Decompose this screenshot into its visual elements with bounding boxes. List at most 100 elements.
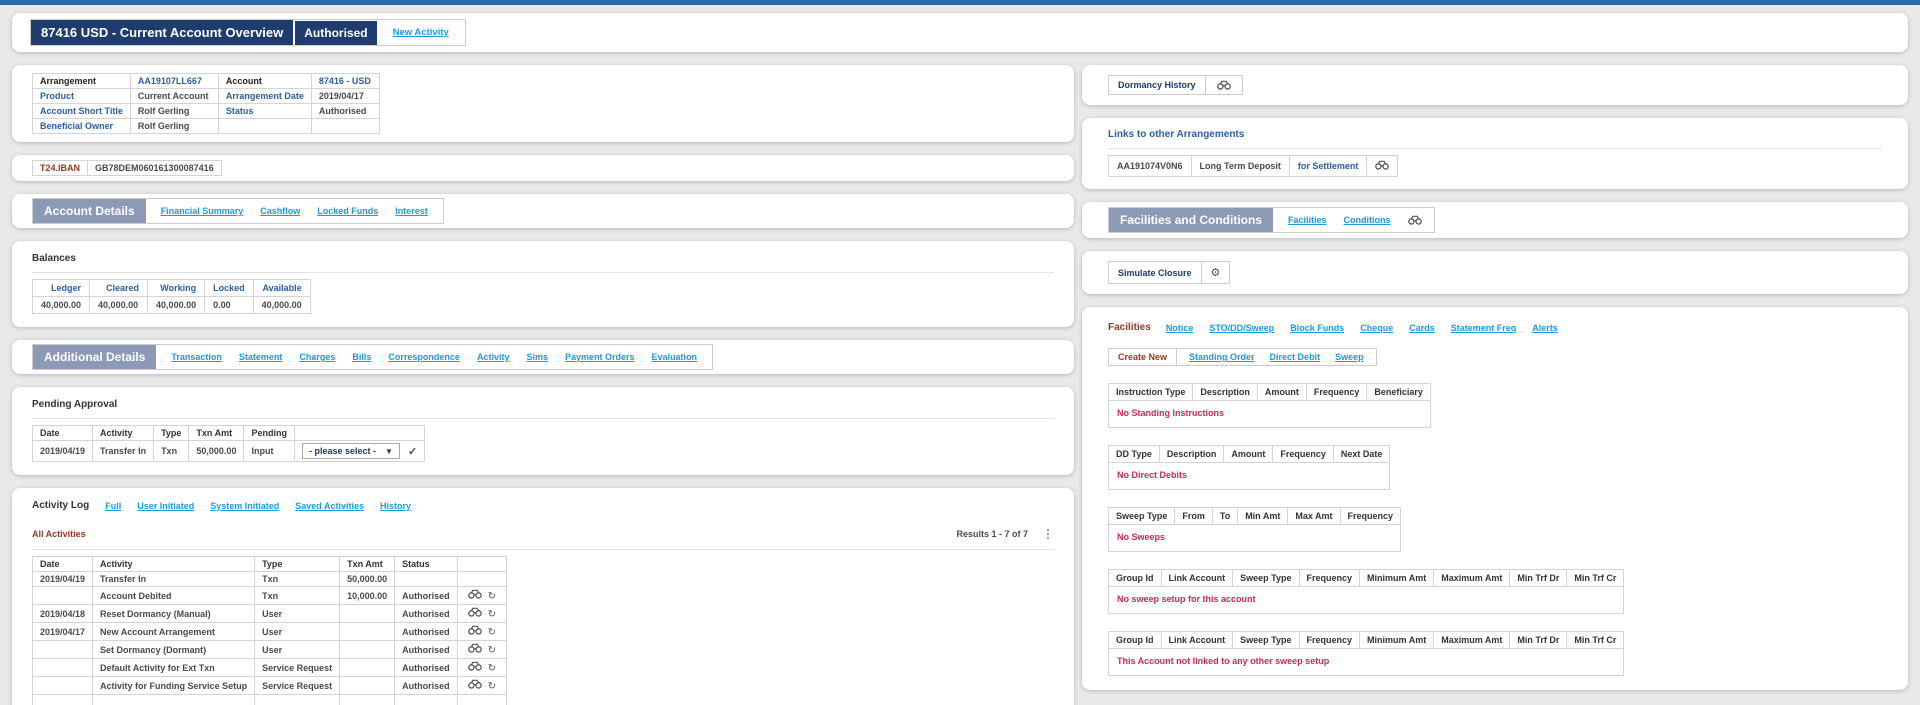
link-block-funds[interactable]: Block Funds (1290, 323, 1344, 333)
empty-cell (339, 694, 396, 705)
product-value: Current Account (129, 88, 219, 104)
link-payment-orders[interactable]: Payment Orders (565, 352, 635, 362)
locked-balance: 0.00 (204, 296, 254, 314)
link-interest[interactable]: Interest (395, 206, 428, 216)
approve-check-icon[interactable]: ✓ (408, 445, 417, 458)
empty-cell (394, 694, 458, 705)
simulate-closure-card: Simulate Closure ⚙ (1082, 251, 1908, 294)
activity-amount (339, 658, 396, 677)
column-header: Frequency (1339, 507, 1402, 525)
activity-type: User (254, 640, 341, 659)
empty-cell (310, 118, 380, 134)
empty-message: This Account not linked to any other swe… (1107, 648, 1625, 676)
activity-log-card: Activity Log Full User Initiated System In… (12, 488, 1074, 705)
link-direct-debit[interactable]: Direct Debit (1270, 352, 1321, 362)
refresh-icon[interactable]: ↻ (488, 663, 496, 674)
link-bills[interactable]: Bills (352, 352, 371, 362)
column-header: Sweep Type (1107, 507, 1176, 525)
column-header: Locked (204, 279, 254, 297)
link-statement[interactable]: Statement (239, 352, 283, 362)
column-header: Ledger (31, 279, 91, 297)
link-user-initiated[interactable]: User Initiated (137, 501, 194, 511)
create-new-label: Create New (1109, 349, 1178, 365)
link-financial-summary[interactable]: Financial Summary (161, 206, 244, 216)
new-activity-link[interactable]: New Activity (393, 27, 449, 38)
column-header-empty (456, 556, 508, 572)
table-row: Beneficial Owner Rolf Gerling (32, 118, 380, 134)
create-new-strip: Create New Standing Order Direct Debit Swe… (1108, 348, 1377, 366)
activity-amount (339, 640, 396, 659)
binoculars-icon[interactable] (467, 589, 482, 599)
binoculars-icon[interactable] (467, 661, 482, 671)
link-statement-freq[interactable]: Statement Freq (1451, 323, 1517, 333)
link-system-initiated[interactable]: System Initiated (210, 501, 279, 511)
link-sweep[interactable]: Sweep (1335, 352, 1364, 362)
link-notice[interactable]: Notice (1166, 323, 1194, 333)
link-full[interactable]: Full (105, 501, 121, 511)
column-header: Amount (1223, 445, 1274, 463)
column-header: Txn Amt (188, 425, 245, 441)
binoculars-icon[interactable] (1375, 160, 1390, 170)
link-cashflow[interactable]: Cashflow (260, 206, 300, 216)
left-column: Arrangement AA19107LL667 Account 87416 -… (12, 65, 1074, 705)
column-header: Activity (92, 556, 256, 572)
refresh-icon[interactable]: ↻ (488, 591, 496, 602)
refresh-icon[interactable]: ↻ (488, 609, 496, 620)
pending-approval-select[interactable]: - please select - ▼ (301, 443, 400, 459)
binoculars-icon[interactable] (467, 643, 482, 653)
gear-icon[interactable]: ⚙ (1211, 266, 1221, 279)
binoculars-icon[interactable] (467, 607, 482, 617)
column-header: Description (1192, 383, 1258, 401)
link-standing-order[interactable]: Standing Order (1189, 352, 1255, 362)
binoculars-icon[interactable] (467, 679, 482, 689)
account-id[interactable]: 87416 - USD (310, 73, 380, 89)
status-value: Authorised (310, 103, 380, 119)
page: 87416 USD - Current Account Overview Aut… (0, 5, 1920, 705)
link-history[interactable]: History (380, 501, 411, 511)
link-transaction[interactable]: Transaction (171, 352, 222, 362)
link-conditions[interactable]: Conditions (1344, 215, 1391, 225)
arrangement-id[interactable]: AA19107LL667 (129, 73, 219, 89)
activity-actions-cell: ↻ (456, 640, 508, 659)
facilities-table: Sweep Type From To Min Amt Max Amt Frequency N… (1107, 507, 1402, 552)
activity-date: 2019/04/17 (31, 622, 94, 641)
link-sims[interactable]: Sims (526, 352, 548, 362)
short-title-label: Account Short Title (32, 103, 131, 119)
facilities-card: Facilities Notice STO/DD/Sweep Block Funds… (1082, 307, 1908, 690)
link-saved-activities[interactable]: Saved Activities (295, 501, 364, 511)
kebab-menu-icon[interactable]: ⋮ (1042, 527, 1054, 541)
link-evaluation[interactable]: Evaluation (652, 352, 698, 362)
link-correspondence[interactable]: Correspondence (388, 352, 460, 362)
link-facilities[interactable]: Facilities (1288, 215, 1327, 225)
binoculars-icon[interactable] (1407, 215, 1422, 225)
column-header: Txn Amt (339, 556, 396, 572)
linked-arrangements-card: Links to other Arrangements AA191074V0N6… (1082, 118, 1908, 189)
binoculars-icon[interactable] (467, 625, 482, 635)
link-cheque[interactable]: Cheque (1360, 323, 1393, 333)
link-locked-funds[interactable]: Locked Funds (317, 206, 378, 216)
account-details-links: Financial Summary Cashflow Locked Funds Int… (161, 206, 428, 216)
link-cards[interactable]: Cards (1409, 323, 1435, 333)
refresh-icon[interactable]: ↻ (488, 645, 496, 656)
link-activity[interactable]: Activity (477, 352, 510, 362)
iban-label: T24.IBAN (31, 160, 89, 176)
link-alerts[interactable]: Alerts (1532, 323, 1558, 333)
activity-date (31, 586, 94, 605)
binoculars-icon[interactable] (1216, 80, 1231, 90)
empty-message: No Sweeps (1107, 524, 1402, 552)
link-charges[interactable]: Charges (299, 352, 335, 362)
link-sto-dd-sweep[interactable]: STO/DD/Sweep (1209, 323, 1274, 333)
refresh-icon[interactable]: ↻ (488, 627, 496, 638)
account-label: Account (217, 73, 312, 89)
pending-date: 2019/04/19 (31, 440, 94, 462)
column-header: Instruction Type (1107, 383, 1194, 401)
divider (32, 418, 1054, 419)
facilities-links: Notice STO/DD/Sweep Block Funds Cheque Cards… (1166, 323, 1558, 333)
refresh-icon[interactable]: ↻ (488, 681, 496, 692)
linked-arrangements-title: Links to other Arrangements (1108, 129, 1245, 140)
linked-arrangement-id[interactable]: AA191074V0N6 (1108, 155, 1192, 177)
column-header: Min Trf Cr (1566, 631, 1625, 649)
column-header: Minimum Amt (1359, 569, 1435, 587)
column-header: Activity (92, 425, 155, 441)
empty-message: No Direct Debits (1107, 462, 1391, 490)
